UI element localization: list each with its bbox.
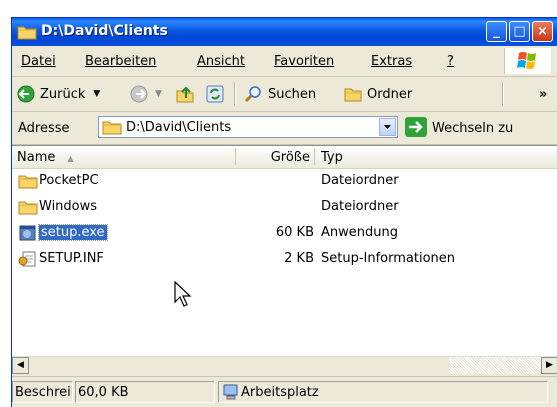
folder-icon	[102, 121, 122, 135]
setup-info-icon	[18, 251, 36, 267]
forward-dropdown-icon[interactable]: ▼	[155, 89, 162, 99]
close-button[interactable]: ×	[532, 21, 553, 42]
sync-icon	[206, 85, 224, 103]
menu-favoriten[interactable]: Favoriten	[274, 54, 334, 69]
folders-icon	[344, 88, 362, 102]
toolbar-overflow-chevron[interactable]: »	[539, 84, 547, 104]
folders-button[interactable]: Ordner	[343, 84, 412, 104]
file-type: Anwendung	[321, 225, 398, 240]
go-label[interactable]: Wechseln zu	[432, 121, 513, 136]
menu-extras[interactable]: Extras	[371, 54, 412, 69]
status-location-label: Arbeitsplatz	[241, 385, 319, 400]
search-icon	[244, 86, 261, 103]
go-button[interactable]	[405, 117, 427, 137]
explorer-window: D:\David\Clients _ □ × Datei Bearbeiten …	[11, 17, 557, 407]
column-size[interactable]: Größe	[271, 150, 310, 165]
menu-bearbeiten-label: Bearbeiten	[85, 54, 157, 69]
status-description: Beschreib	[12, 381, 73, 403]
menu-datei-label: Datei	[21, 54, 56, 69]
standard-toolbar: Zurück ▼ ▼ Suchen Ordner »	[12, 77, 557, 112]
status-location: Arbeitsplatz	[218, 381, 548, 403]
sync-button[interactable]	[205, 84, 225, 104]
address-label: Adresse	[18, 121, 70, 136]
scroll-thumb[interactable]	[29, 357, 449, 374]
chevron-down-icon	[384, 125, 391, 129]
file-type: Dateiordner	[321, 199, 399, 214]
address-input[interactable]: D:\David\Clients	[98, 116, 398, 138]
scroll-right-button[interactable]: ▶	[541, 357, 557, 374]
scroll-track[interactable]	[449, 357, 541, 374]
file-name: Windows	[39, 199, 98, 214]
address-dropdown-button[interactable]	[379, 118, 396, 136]
status-bar: Beschreib 60,0 KB Arbeitsplatz	[12, 376, 557, 407]
toolbar-separator	[234, 82, 236, 106]
file-row-setup-exe[interactable]: setup.exe 60 KB Anwendung	[12, 222, 557, 244]
column-divider[interactable]	[314, 148, 315, 165]
back-dropdown-icon[interactable]: ▼	[93, 89, 100, 99]
go-arrow-icon	[409, 121, 423, 133]
folders-label: Ordner	[367, 86, 413, 102]
menu-bearbeiten[interactable]: Bearbeiten	[85, 54, 156, 69]
column-type[interactable]: Typ	[321, 150, 343, 165]
scroll-left-button[interactable]: ◀	[12, 357, 29, 374]
folder-icon	[18, 175, 38, 189]
windows-logo	[504, 48, 551, 74]
up-folder-button[interactable]	[175, 84, 195, 104]
file-row-setup-inf[interactable]: SETUP.INF 2 KB Setup-Informationen	[12, 248, 557, 270]
minimize-button[interactable]: _	[486, 21, 507, 42]
toolbar-separator-2	[502, 82, 504, 106]
my-computer-icon	[223, 384, 238, 400]
horizontal-scrollbar[interactable]: ◀ ▶	[12, 356, 557, 374]
folder-up-icon	[176, 86, 194, 103]
file-list: Name ▲ Größe Typ PocketPC Dateiordner Win…	[12, 145, 557, 374]
address-bar: Adresse D:\David\Clients Wechseln zu	[12, 112, 557, 145]
column-divider[interactable]	[235, 148, 236, 165]
address-value: D:\David\Clients	[126, 120, 232, 135]
search-button[interactable]: Suchen	[244, 84, 316, 104]
back-button[interactable]: Zurück ▼	[16, 84, 100, 104]
menu-favoriten-label: Favoriten	[274, 54, 335, 69]
forward-button[interactable]: ▼	[129, 84, 162, 104]
column-name-label: Name	[17, 150, 56, 165]
menu-help-label: ?	[447, 54, 454, 69]
window-title: D:\David\Clients	[41, 23, 168, 39]
file-type: Setup-Informationen	[321, 251, 456, 266]
file-size: 60 KB	[275, 225, 314, 240]
file-row-windows[interactable]: Windows Dateiordner	[12, 196, 557, 218]
column-name[interactable]: Name ▲	[17, 150, 74, 165]
folder-icon	[17, 26, 37, 40]
back-label: Zurück	[40, 86, 86, 102]
menu-extras-label: Extras	[371, 54, 413, 69]
file-row-pocketpc[interactable]: PocketPC Dateiordner	[12, 170, 557, 192]
mouse-pointer-icon	[174, 280, 192, 307]
folder-icon	[18, 201, 38, 215]
menu-help[interactable]: ?	[447, 54, 454, 69]
windows-flag-icon	[517, 52, 536, 69]
maximize-button[interactable]: □	[509, 21, 530, 42]
file-name: setup.exe	[38, 224, 108, 241]
file-name: SETUP.INF	[39, 251, 104, 266]
menu-datei[interactable]: Datei	[21, 54, 56, 69]
menu-ansicht-label: Ansicht	[197, 54, 246, 69]
menu-bar: Datei Bearbeiten Ansicht Favoriten Extra…	[12, 46, 557, 77]
file-name: PocketPC	[39, 173, 99, 188]
menu-ansicht[interactable]: Ansicht	[197, 54, 245, 69]
status-size: 60,0 KB	[75, 381, 215, 403]
back-arrow-icon	[17, 85, 35, 103]
column-header: Name ▲ Größe Typ	[12, 146, 557, 169]
forward-arrow-icon	[130, 85, 148, 103]
search-label: Suchen	[268, 86, 317, 102]
sort-ascending-icon: ▲	[67, 154, 74, 163]
file-size: 2 KB	[284, 251, 314, 266]
file-type: Dateiordner	[321, 173, 399, 188]
title-bar[interactable]: D:\David\Clients _ □ ×	[12, 18, 557, 46]
application-icon	[19, 225, 36, 241]
